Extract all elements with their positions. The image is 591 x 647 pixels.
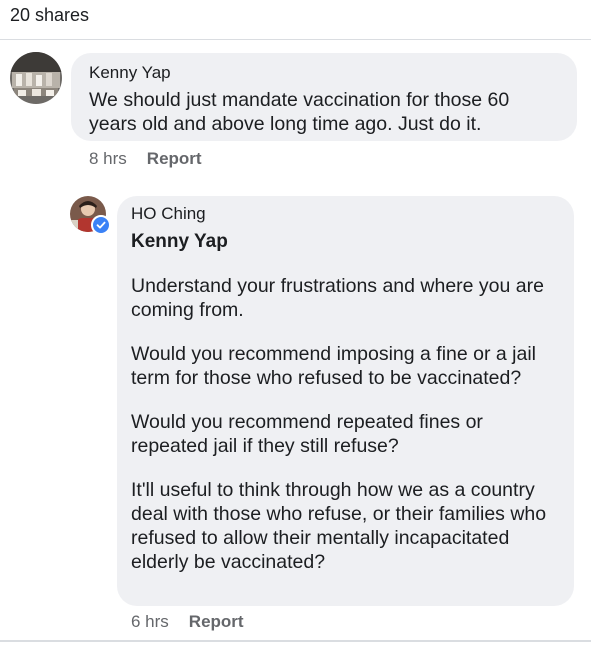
- divider: [0, 39, 591, 40]
- reply-author-name[interactable]: HO Ching: [131, 204, 560, 224]
- report-link[interactable]: Report: [147, 149, 202, 169]
- report-link[interactable]: Report: [189, 612, 244, 632]
- reply-paragraph: Understand your frustrations and where y…: [131, 275, 544, 321]
- reply-timestamp[interactable]: 6 hrs: [131, 612, 169, 632]
- avatar-photo-icon[interactable]: [10, 52, 62, 104]
- reply-paragraph: It'll useful to think through how we as …: [131, 479, 547, 573]
- comment-timestamp[interactable]: 8 hrs: [89, 149, 127, 169]
- comment-text: We should just mandate vaccination for t…: [89, 89, 510, 135]
- reply-paragraph: Would you recommend repeated fines or re…: [131, 411, 483, 457]
- reply-paragraph: Would you recommend imposing a fine or a…: [131, 343, 537, 389]
- comment-meta: 8 hrs Report: [89, 149, 202, 169]
- divider: [0, 640, 591, 642]
- comment-author-name[interactable]: Kenny Yap: [89, 63, 559, 83]
- reply-meta: 6 hrs Report: [131, 612, 244, 632]
- verified-check-icon: [91, 215, 111, 235]
- shares-count[interactable]: 20 shares: [10, 5, 89, 26]
- mention-tag[interactable]: Kenny Yap: [131, 230, 560, 254]
- comment-section: 20 shares Kenny Yap We should just manda…: [0, 0, 591, 647]
- reply-bubble: HO Ching Kenny Yap Understand your frust…: [117, 196, 574, 606]
- comment-bubble: Kenny Yap We should just mandate vaccina…: [71, 53, 577, 141]
